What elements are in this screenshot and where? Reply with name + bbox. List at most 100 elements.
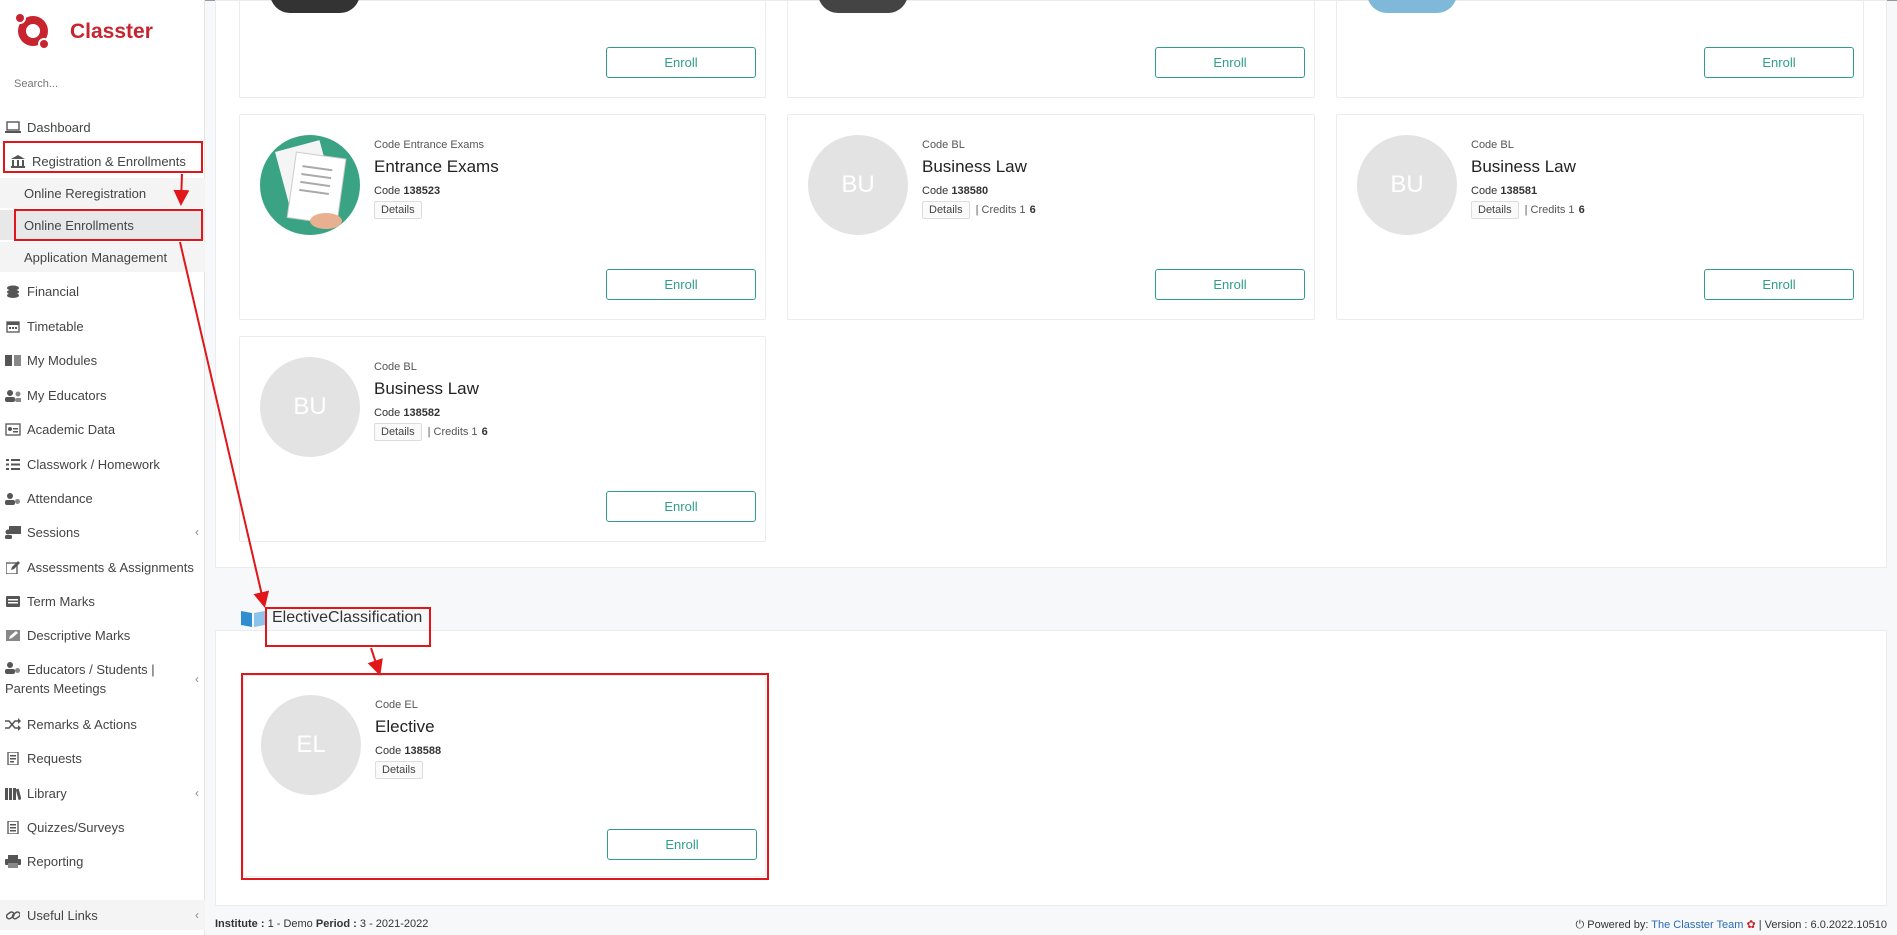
sidebar-item-label: Remarks & Actions bbox=[27, 716, 137, 732]
course-title: Business Law bbox=[374, 379, 479, 398]
sidebar-item-timetable[interactable]: Timetable bbox=[0, 311, 205, 341]
sidebar-item-requests[interactable]: Requests bbox=[0, 743, 205, 773]
sidebar-subitem-online-reregistration[interactable]: Online Reregistration bbox=[0, 178, 205, 208]
annotation-box-registration bbox=[3, 141, 203, 173]
sidebar-subitem-application-management[interactable]: Application Management bbox=[0, 242, 205, 272]
details-button[interactable]: Details bbox=[374, 423, 422, 441]
sidebar-item-label: Requests bbox=[27, 750, 82, 766]
sidebar-item-label: Dashboard bbox=[27, 119, 91, 135]
course-avatar bbox=[270, 0, 360, 13]
sidebar-item-label: Academic Data bbox=[27, 421, 116, 437]
enroll-button[interactable]: Enroll bbox=[1155, 269, 1305, 300]
credits-label: | Credits 1 bbox=[427, 426, 478, 438]
sidebar-item-attendance[interactable]: Attendance bbox=[0, 483, 205, 513]
sidebar-item-dashboard[interactable]: Dashboard bbox=[0, 112, 205, 142]
sidebar-item-label: Assessments & Assignments bbox=[27, 559, 194, 575]
course-code-label: Code Entrance Exams bbox=[374, 139, 485, 151]
chevron-left-icon: ‹ bbox=[195, 525, 199, 539]
credits-value: 6 bbox=[481, 426, 488, 438]
sidebar-item-label: Sessions bbox=[27, 524, 80, 540]
sidebar-item-classwork-homework[interactable]: Classwork / Homework bbox=[0, 449, 205, 479]
shuffle-icon bbox=[5, 717, 21, 731]
edit-icon bbox=[5, 560, 21, 574]
course-meta: Details bbox=[374, 201, 422, 219]
course-meta: Details | Credits 16 bbox=[374, 423, 488, 441]
enroll-button[interactable]: Enroll bbox=[1155, 47, 1305, 78]
sidebar-item-label: Term Marks bbox=[27, 593, 95, 609]
sidebar-item-useful-links[interactable]: Useful Links ‹ bbox=[0, 900, 205, 930]
presentation-icon bbox=[5, 525, 21, 539]
course-card: Enroll bbox=[239, 0, 766, 98]
sidebar-item-my-educators[interactable]: My Educators bbox=[0, 380, 205, 410]
sidebar-item-financial[interactable]: Financial bbox=[0, 276, 205, 306]
calendar-icon bbox=[5, 319, 21, 333]
sidebar-item-meetings[interactable]: Educators / Students | Parents Meetings ‹ bbox=[0, 654, 205, 700]
sidebar-item-descriptive-marks[interactable]: Descriptive Marks bbox=[0, 620, 205, 650]
course-avatar bbox=[818, 0, 908, 13]
course-avatar: BU bbox=[260, 357, 360, 457]
power-icon: ⏻ bbox=[1575, 919, 1585, 931]
credits-value: 6 bbox=[1578, 204, 1585, 216]
course-avatar: BU bbox=[1357, 135, 1457, 235]
course-code-label: Code BL bbox=[922, 139, 965, 151]
marks-icon bbox=[5, 628, 21, 642]
course-avatar bbox=[1367, 0, 1457, 13]
book-icon bbox=[5, 353, 21, 367]
details-button[interactable]: Details bbox=[1471, 201, 1519, 219]
details-button[interactable]: Details bbox=[374, 201, 422, 219]
sidebar-item-quizzes-surveys[interactable]: Quizzes/Surveys bbox=[0, 812, 205, 842]
sidebar-item-term-marks[interactable]: Term Marks bbox=[0, 586, 205, 616]
open-book-icon bbox=[240, 608, 266, 628]
app-logo[interactable]: Classter bbox=[14, 12, 153, 52]
sidebar-item-label: Timetable bbox=[27, 318, 84, 334]
sidebar-item-label: Reporting bbox=[27, 853, 84, 869]
sidebar-item-label: Library bbox=[27, 785, 67, 801]
request-icon bbox=[5, 751, 21, 765]
classter-logo-icon bbox=[14, 12, 52, 52]
version-text: | Version : 6.0.2022.10510 bbox=[1758, 919, 1887, 931]
id-card-icon bbox=[5, 422, 21, 436]
enroll-button[interactable]: Enroll bbox=[606, 269, 756, 300]
annotation-box-section-title bbox=[265, 607, 431, 647]
footer-info: Institute : 1 - Demo Period : 3 - 2021-2… bbox=[215, 918, 429, 930]
sidebar-item-remarks-actions[interactable]: Remarks & Actions bbox=[0, 709, 205, 739]
course-code: Code 138523 bbox=[374, 185, 441, 197]
annotation-box-elective-card bbox=[241, 673, 769, 880]
link-icon bbox=[5, 908, 21, 922]
course-card-business-law: BU Code BL Business Law Code 138582 Deta… bbox=[239, 336, 766, 542]
sidebar-item-sessions[interactable]: Sessions ‹ bbox=[0, 517, 205, 547]
chevron-left-icon: ‹ bbox=[195, 672, 199, 686]
sidebar-item-label: Descriptive Marks bbox=[27, 627, 131, 643]
sidebar-item-assessments-assignments[interactable]: Assessments & Assignments bbox=[0, 552, 205, 582]
sidebar-item-library[interactable]: Library ‹ bbox=[0, 778, 205, 808]
course-code: Code 138582 bbox=[374, 407, 441, 419]
sidebar-item-academic-data[interactable]: Academic Data bbox=[0, 414, 205, 444]
enroll-button[interactable]: Enroll bbox=[1704, 269, 1854, 300]
sidebar-item-label: Classwork / Homework bbox=[27, 456, 160, 472]
sidebar-item-label: My Educators bbox=[27, 387, 107, 403]
classter-team-link[interactable]: The Classter Team bbox=[1651, 919, 1743, 931]
course-card: Enroll bbox=[1336, 0, 1864, 98]
course-meta: Details | Credits 16 bbox=[1471, 201, 1585, 219]
search-input[interactable] bbox=[14, 78, 194, 90]
course-meta: Details | Credits 16 bbox=[922, 201, 1036, 219]
sidebar-item-my-modules[interactable]: My Modules bbox=[0, 345, 205, 375]
enroll-button[interactable]: Enroll bbox=[606, 491, 756, 522]
footer-powered: ⏻ Powered by: The Classter Team ✿ | Vers… bbox=[1575, 919, 1887, 931]
course-card-business-law: BU Code BL Business Law Code 138581 Deta… bbox=[1336, 114, 1864, 320]
enroll-button[interactable]: Enroll bbox=[606, 47, 756, 78]
sidebar-item-reporting[interactable]: Reporting bbox=[0, 846, 205, 876]
enroll-button[interactable]: Enroll bbox=[1704, 47, 1854, 78]
credits-label: | Credits 1 bbox=[975, 204, 1026, 216]
sidebar-item-label: Attendance bbox=[27, 490, 93, 506]
sidebar-item-label: Quizzes/Surveys bbox=[27, 819, 125, 835]
list-check-icon bbox=[5, 457, 21, 471]
course-title: Business Law bbox=[1471, 157, 1576, 176]
course-card-business-law: BU Code BL Business Law Code 138580 Deta… bbox=[787, 114, 1315, 320]
sidebar-item-label: My Modules bbox=[27, 352, 98, 368]
details-button[interactable]: Details bbox=[922, 201, 970, 219]
user-check-icon bbox=[5, 491, 21, 505]
chevron-left-icon: ‹ bbox=[195, 908, 199, 922]
credits-label: | Credits 1 bbox=[1524, 204, 1575, 216]
sidebar-item-label: Educators / Students | Parents Meetings bbox=[5, 662, 155, 696]
